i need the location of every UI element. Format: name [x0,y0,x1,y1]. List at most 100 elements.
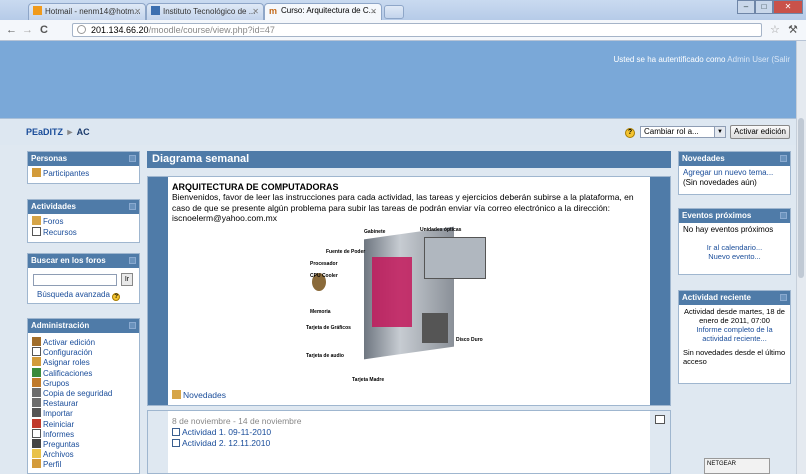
browser-toolbar: ← → C 201.134.66.20/moodle/course/view.p… [0,20,806,41]
minimize-button[interactable]: – [737,0,755,14]
admin-item-reports[interactable]: Informes [32,428,135,439]
forward-icon[interactable]: → [22,23,33,37]
admin-item-backup[interactable]: Copia de seguridad [32,388,135,398]
new-tab-button[interactable] [384,5,404,19]
activity-1-link[interactable]: Actividad 1. 09-11-2010 [172,427,646,438]
participants-link[interactable]: Participantes [32,168,135,179]
reload-icon[interactable]: C [40,23,48,37]
label-cpu-cooler: CPU Cooler [310,273,338,279]
block-title: Actividades [28,200,139,214]
navbar: PEaDITZ ► AC ? Cambiar rol a... ▼ Activa… [0,118,796,145]
people-icon [32,168,41,177]
search-go-button[interactable]: Ir [121,273,133,286]
block-title: Buscar en los foros [28,254,139,268]
tab-instituto[interactable]: Instituto Tecnológico de ... ✕ [146,3,264,20]
admin-item-profile[interactable]: Perfil [32,459,135,469]
backup-icon [32,388,41,398]
assignment-icon [172,428,180,436]
tab-label: Hotmail - nenm14@hotm... [45,7,141,16]
resources-link[interactable]: Recursos [32,227,135,238]
label-tarjeta-graficos: Tarjeta de Gráficos [306,325,351,331]
label-disco-duro: Disco Duro [456,337,483,343]
tab-course[interactable]: m Curso: Arquitectura de C... ✕ [264,3,382,20]
admin-item-restore[interactable]: Restaurar [32,398,135,408]
new-event-link[interactable]: Nuevo evento... [683,252,786,261]
search-input[interactable] [33,274,117,286]
course-intro: Bienvenidos, favor de leer las instrucci… [172,192,634,223]
logout-link[interactable]: (Salir [771,55,790,64]
block-title: Actividad reciente [679,291,790,305]
block-novedades: Novedades Agregar un nuevo tema... (Sin … [678,151,791,195]
url-path: /moodle/course/view.php?id=47 [148,25,275,35]
collapse-icon[interactable] [780,294,787,301]
calendar-link[interactable]: Ir al calendario... [683,243,786,252]
collapse-icon[interactable] [780,212,787,219]
admin-item-import[interactable]: Importar [32,408,135,418]
block-forum-search: Buscar en los foros Ir Búsqueda avanzada… [27,253,140,304]
scrollbar-thumb[interactable] [798,118,804,278]
login-info: Usted se ha autentificado como Admin Use… [613,55,790,64]
pencil-icon [32,337,41,346]
admin-item-groups[interactable]: Grupos [32,377,135,388]
block-personas: Personas Participantes [27,151,140,184]
tab-hotmail[interactable]: Hotmail - nenm14@hotm... ✕ [28,3,146,20]
help-icon[interactable]: ? [112,293,121,301]
restore-icon [32,398,41,408]
highlight-week-icon[interactable] [655,415,665,424]
chevron-down-icon: ▼ [714,127,725,137]
admin-item-grades[interactable]: Calificaciones [32,367,135,378]
section-side-left [148,411,168,473]
block-title: Novedades [679,152,790,166]
week-dates: 8 de noviembre - 14 de noviembre [172,416,302,426]
user-link[interactable]: Admin User [727,55,769,64]
breadcrumb-root[interactable]: PEaDITZ [26,127,63,137]
collapse-icon[interactable] [129,322,136,329]
role-select-value: Cambiar rol a... [644,127,699,136]
tab-label: Curso: Arquitectura de C... [281,6,376,15]
back-icon[interactable]: ← [6,23,17,37]
page-header: Usted se ha autentificado como Admin Use… [0,41,796,118]
collapse-icon[interactable] [129,203,136,210]
groups-icon [32,377,41,387]
help-icon[interactable]: ? [625,128,635,138]
reset-icon [32,418,41,428]
netgear-tray-popup[interactable]: NETGEAR [704,458,770,474]
breadcrumb: PEaDITZ ► AC [26,127,90,137]
forums-link[interactable]: Foros [32,216,135,227]
admin-item-reset[interactable]: Reiniciar [32,418,135,429]
label-tarjeta-madre: Tarjeta Madre [352,377,385,383]
full-report-link[interactable]: Informe completo de la actividad recient… [683,325,786,343]
collapse-icon[interactable] [129,257,136,264]
globe-icon [77,25,86,34]
forum-icon [32,216,41,225]
add-topic-link[interactable]: Agregar un nuevo tema... [683,168,786,178]
section-general: ARQUITECTURA DE COMPUTADORAS Bienvenidos… [147,176,671,406]
no-news-text: (Sin novedades aún) [683,178,757,187]
address-bar[interactable]: 201.134.66.20/moodle/course/view.php?id=… [72,23,762,37]
role-select[interactable]: Cambiar rol a... ▼ [640,126,726,138]
block-title: Personas [28,152,139,166]
window-close-button[interactable]: ✕ [773,0,803,14]
close-icon[interactable]: ✕ [370,7,377,16]
star-icon[interactable]: ☆ [770,23,780,37]
resource-icon [32,227,41,236]
wrench-icon[interactable]: ⚒ [788,23,798,37]
motherboard-illustration [372,257,412,327]
collapse-icon[interactable] [780,155,787,162]
close-icon[interactable]: ✕ [252,7,259,16]
hard-disk-illustration [422,313,448,343]
edit-mode-button[interactable]: Activar edición [730,125,790,139]
collapse-icon[interactable] [129,155,136,162]
news-forum-link[interactable]: Novedades [172,390,226,400]
admin-item-settings[interactable]: Configuración [32,347,135,357]
activity-2-link[interactable]: Actividad 2. 12.11.2010 [172,438,646,449]
admin-item-edit[interactable]: Activar edición [32,337,135,347]
advanced-search-link[interactable]: Búsqueda avanzada ? [37,290,121,301]
browser-tab-strip: Hotmail - nenm14@hotm... ✕ Instituto Tecn… [0,0,806,20]
admin-item-roles[interactable]: Asignar roles [32,357,135,367]
maximize-button[interactable]: □ [755,0,773,14]
login-text: Usted se ha autentificado como [613,55,726,64]
close-icon[interactable]: ✕ [134,7,141,16]
admin-item-questions[interactable]: Preguntas [32,439,135,449]
admin-item-files[interactable]: Archivos [32,449,135,459]
